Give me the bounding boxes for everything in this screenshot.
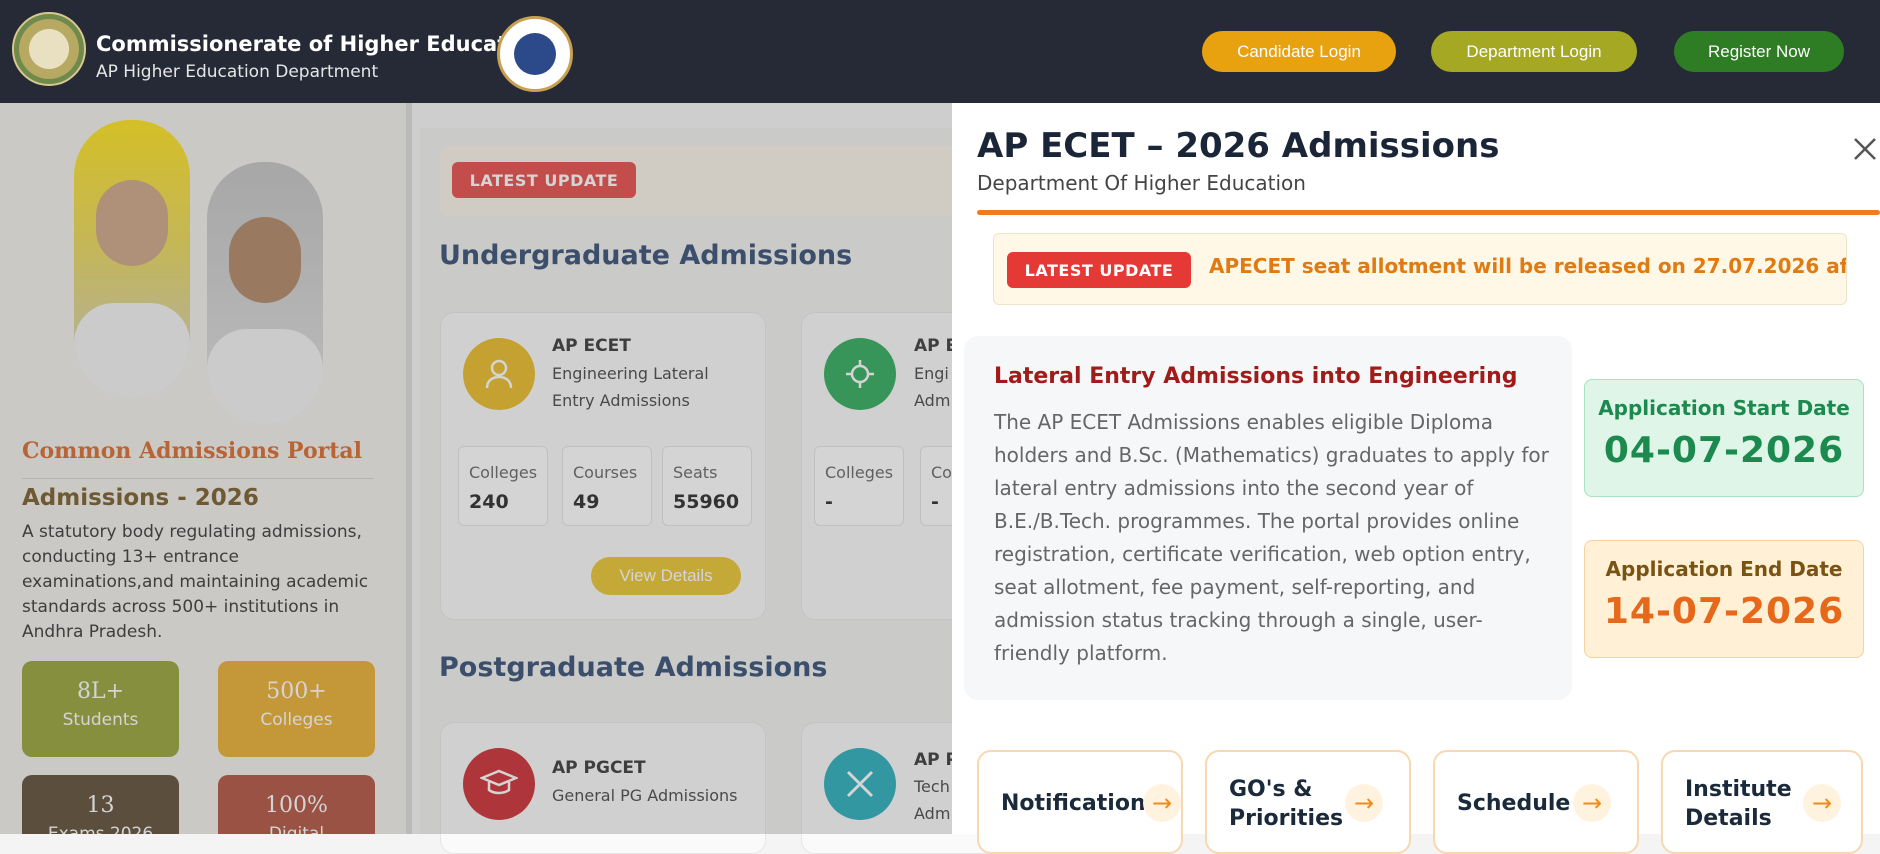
info-title: Lateral Entry Admissions into Engineerin…: [994, 364, 1518, 389]
seal-icon: [497, 16, 573, 92]
link-schedule[interactable]: Schedule →: [1433, 750, 1639, 854]
candidate-login-button[interactable]: Candidate Login: [1202, 31, 1396, 72]
site-title: Commissionerate of Higher Education: [96, 32, 544, 56]
link-label: Details: [1685, 806, 1772, 831]
arrow-right-icon: →: [1803, 784, 1841, 822]
link-label: Schedule: [1457, 791, 1571, 816]
link-gos-priorities[interactable]: GO's & Priorities →: [1205, 750, 1411, 854]
modal-subtitle: Department Of Higher Education: [977, 171, 1306, 195]
link-label: GO's &: [1229, 777, 1313, 802]
latest-update-text: APECET seat allotment will be released o…: [1209, 254, 1847, 278]
site-subtitle: AP Higher Education Department: [96, 62, 379, 82]
latest-update-badge: LATEST UPDATE: [1007, 252, 1191, 288]
link-label: Priorities: [1229, 806, 1344, 831]
link-notification[interactable]: Notification →: [977, 750, 1183, 854]
department-login-button[interactable]: Department Login: [1431, 31, 1637, 72]
close-icon[interactable]: [1848, 134, 1880, 168]
state-emblem-icon: [12, 12, 86, 86]
start-date-value: 04-07-2026: [1603, 430, 1845, 471]
modal-title: AP ECET – 2026 Admissions: [977, 126, 1500, 166]
application-end-box: Application End Date 14-07-2026: [1584, 540, 1864, 658]
link-label: Institute: [1685, 777, 1792, 802]
arrow-right-icon: →: [1345, 784, 1383, 822]
arrow-right-icon: →: [1573, 784, 1611, 822]
arrow-right-icon: →: [1143, 784, 1181, 822]
application-start-box: Application Start Date 04-07-2026: [1584, 379, 1864, 497]
modal-backdrop[interactable]: [0, 103, 952, 834]
link-label: Notification: [1001, 791, 1146, 816]
end-date-label: Application End Date: [1605, 557, 1843, 581]
start-date-label: Application Start Date: [1598, 396, 1850, 420]
info-description: The AP ECET Admissions enables eligible …: [994, 410, 1549, 665]
title-underline: [977, 210, 1880, 215]
end-date-value: 14-07-2026: [1603, 591, 1845, 632]
link-institute-details[interactable]: Institute Details →: [1661, 750, 1863, 854]
register-now-button[interactable]: Register Now: [1674, 31, 1844, 72]
modal-latest-update-bar: LATEST UPDATE APECET seat allotment will…: [993, 233, 1847, 305]
